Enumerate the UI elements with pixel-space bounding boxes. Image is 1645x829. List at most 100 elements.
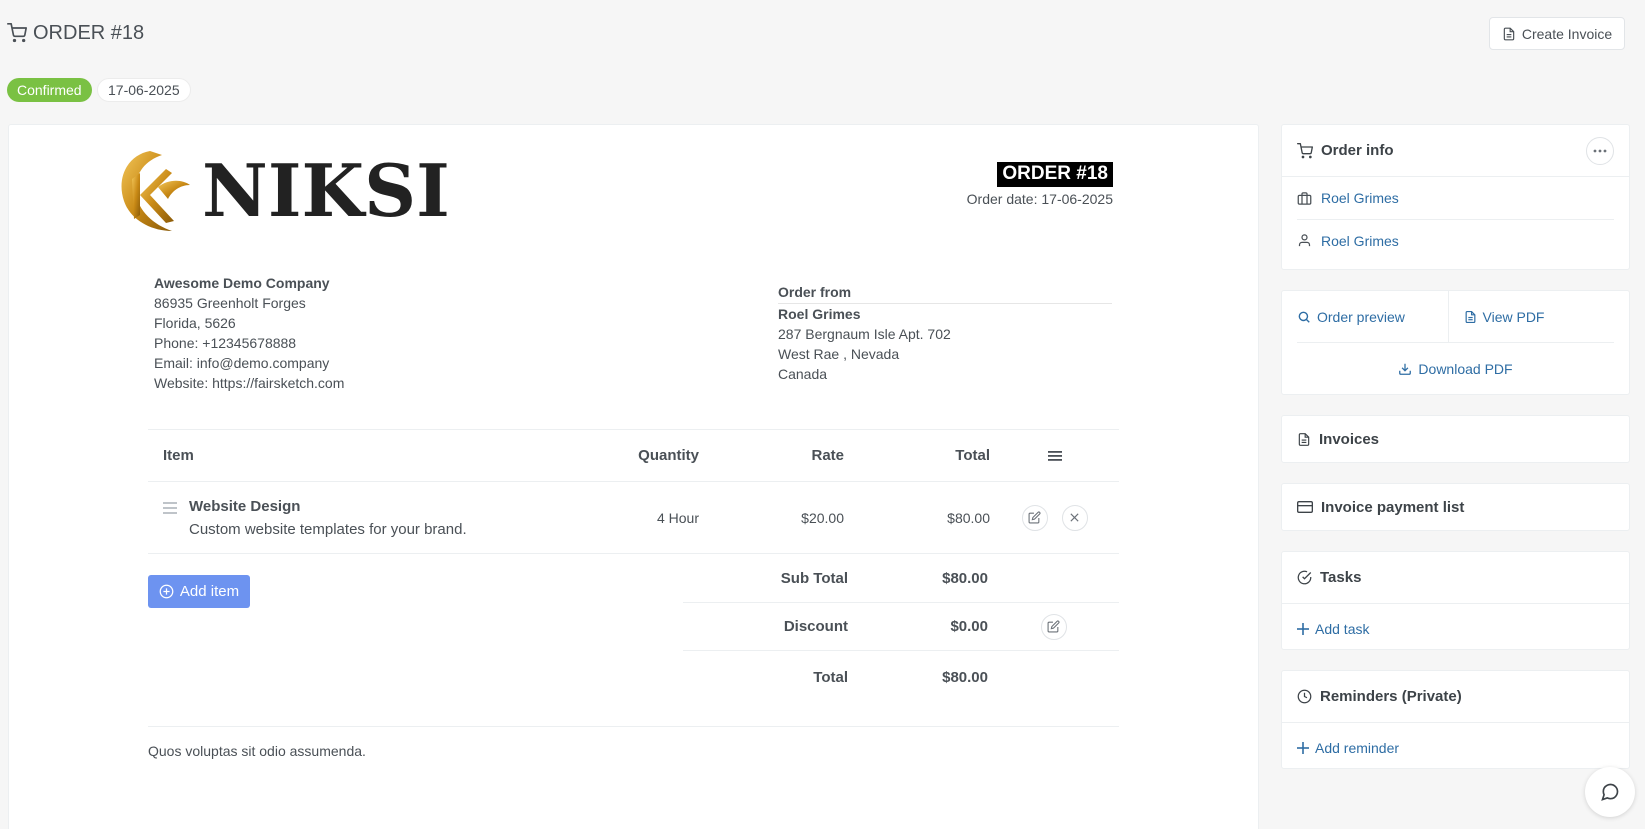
- reminders-card: Reminders (Private) Add reminder: [1281, 670, 1630, 769]
- total-label: Total: [813, 668, 848, 686]
- payment-list-title: Invoice payment list: [1321, 498, 1465, 516]
- reminders-title: Reminders (Private): [1320, 688, 1462, 705]
- drag-handle-icon[interactable]: [163, 501, 177, 538]
- view-pdf-link[interactable]: View PDF: [1447, 291, 1615, 342]
- subtotal-row: Sub Total $80.00: [683, 554, 1119, 602]
- reminders-header: Reminders (Private): [1282, 671, 1629, 723]
- order-preview-link[interactable]: Order preview: [1297, 291, 1448, 342]
- order-date: Order date: 17-06-2025: [966, 191, 1113, 207]
- page-title-text: ORDER #18: [33, 21, 145, 44]
- add-task-link[interactable]: Add task: [1282, 604, 1629, 654]
- item-cell: Website Design Custom website templates …: [148, 498, 613, 538]
- client-company-row: Roel Grimes: [1297, 177, 1614, 219]
- discount-row: Discount $0.00: [683, 602, 1119, 650]
- company-website: Website: https://fairsketch.com: [154, 375, 345, 391]
- chat-bubble-icon: [1600, 782, 1620, 802]
- order-info-title: Order info: [1321, 142, 1394, 159]
- order-preview-label: Order preview: [1317, 308, 1405, 325]
- file-icon: [1502, 27, 1516, 41]
- create-invoice-button[interactable]: Create Invoice: [1489, 17, 1625, 50]
- page-title: ORDER #18: [7, 20, 144, 46]
- plus-icon: [1297, 623, 1309, 635]
- grand-total-row: Total $80.00: [683, 650, 1119, 703]
- download-pdf-link[interactable]: Download PDF: [1282, 343, 1629, 395]
- preview-row: Order preview View PDF: [1297, 291, 1614, 343]
- totals-table: Sub Total $80.00 Discount $0.00 Total $8…: [683, 554, 1119, 703]
- check-circle-icon: [1297, 570, 1312, 585]
- create-invoice-label: Create Invoice: [1521, 25, 1613, 42]
- company-name: Awesome Demo Company: [154, 275, 330, 291]
- plus-icon: [1297, 742, 1309, 754]
- order-heading-title: ORDER #18: [997, 162, 1113, 187]
- add-reminder-label: Add reminder: [1315, 740, 1400, 756]
- order-from-block: Order from Roel Grimes 287 Bergnaum Isle…: [778, 282, 1112, 384]
- chat-button[interactable]: [1585, 767, 1635, 817]
- cart-icon: [7, 23, 27, 43]
- payment-list-header: Invoice payment list: [1282, 484, 1629, 530]
- table-header-row: Item Quantity Rate Total: [148, 429, 1119, 481]
- search-icon: [1297, 310, 1311, 324]
- subtotal-value: $80.00: [942, 569, 988, 587]
- order-from-city: West Rae , Nevada: [778, 346, 900, 362]
- delete-item-button[interactable]: [1061, 504, 1088, 531]
- order-heading: ORDER #18 Order date: 17-06-2025: [967, 162, 1113, 207]
- more-options-button[interactable]: [1586, 136, 1614, 165]
- item-actions: [990, 504, 1119, 531]
- subtotal-label: Sub Total: [780, 569, 848, 587]
- credit-card-icon: [1297, 500, 1313, 514]
- company-address: Awesome Demo Company 86935 Greenholt For…: [154, 273, 344, 393]
- add-item-label: Add item: [179, 583, 240, 600]
- clock-icon: [1297, 689, 1312, 704]
- edit-discount-button[interactable]: [1040, 613, 1067, 640]
- file-icon: [1464, 310, 1477, 324]
- item-name: Website Design: [189, 497, 301, 515]
- header-total: Total: [955, 447, 990, 464]
- header-rate: Rate: [811, 447, 844, 464]
- view-pdf-label: View PDF: [1482, 308, 1545, 325]
- download-pdf-label: Download PDF: [1418, 361, 1513, 377]
- invoices-card[interactable]: Invoices: [1281, 415, 1630, 463]
- company-street: 86935 Greenholt Forges: [154, 295, 306, 311]
- company-logo: NIKSI: [110, 145, 450, 237]
- client-company-link[interactable]: Roel Grimes: [1321, 190, 1399, 206]
- invoices-header: Invoices: [1282, 416, 1629, 462]
- order-from-label: Order from: [778, 282, 1112, 304]
- add-item-button[interactable]: Add item: [148, 575, 250, 608]
- tasks-title: Tasks: [1320, 569, 1362, 586]
- preview-card: Order preview View PDF Download PDF: [1281, 290, 1630, 395]
- order-from-country: Canada: [778, 366, 828, 382]
- client-contact-link[interactable]: Roel Grimes: [1321, 233, 1399, 249]
- note-divider: [148, 726, 1119, 727]
- cart-icon: [1297, 142, 1313, 159]
- add-task-label: Add task: [1315, 621, 1370, 637]
- payment-list-card[interactable]: Invoice payment list: [1281, 483, 1630, 531]
- item-quantity: 4 Hour: [656, 509, 699, 526]
- item-total: $80.00: [947, 509, 990, 526]
- order-info-card: Order info Roel Grimes Roel Grimes: [1281, 124, 1630, 270]
- user-icon: [1297, 233, 1312, 248]
- briefcase-icon: [1297, 191, 1312, 206]
- discount-label: Discount: [783, 618, 848, 635]
- invoices-title: Invoices: [1319, 430, 1380, 448]
- item-rate: $20.00: [801, 509, 844, 526]
- order-info-header: Order info: [1282, 125, 1629, 177]
- logo-wordmark: NIKSI: [202, 148, 450, 233]
- company-email: Email: info@demo.company: [154, 355, 330, 371]
- discount-value: $0.00: [950, 618, 988, 635]
- header-quantity: Quantity: [638, 447, 699, 464]
- date-badge: 17-06-2025: [97, 78, 191, 102]
- edit-item-button[interactable]: [1021, 504, 1048, 531]
- column-menu-icon[interactable]: [990, 449, 1119, 463]
- table-row: Website Design Custom website templates …: [148, 481, 1119, 553]
- plus-circle-icon: [159, 584, 174, 599]
- company-phone: Phone: +12345678888: [154, 335, 297, 351]
- logo-emblem-icon: [110, 145, 194, 237]
- client-contact-row: Roel Grimes: [1297, 219, 1614, 261]
- status-badge: Confirmed: [7, 78, 92, 102]
- header-item: Item: [163, 447, 194, 464]
- file-icon: [1297, 432, 1311, 447]
- add-reminder-link[interactable]: Add reminder: [1282, 723, 1629, 773]
- order-from-street: 287 Bergnaum Isle Apt. 702: [778, 326, 951, 342]
- download-icon: [1398, 362, 1412, 376]
- order-from-name: Roel Grimes: [778, 306, 861, 322]
